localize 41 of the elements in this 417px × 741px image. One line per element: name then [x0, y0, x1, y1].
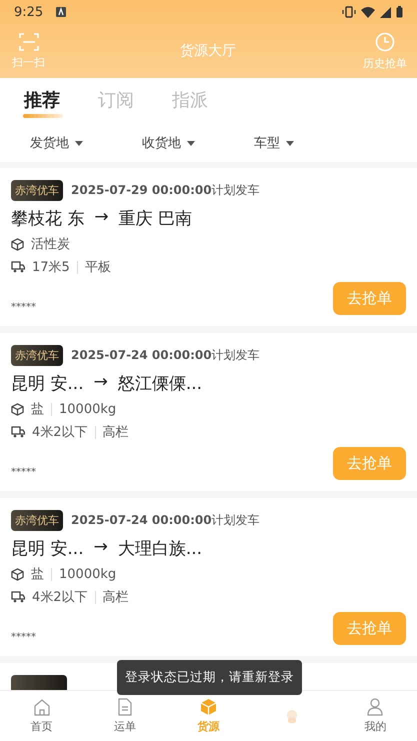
destination-text: 重庆 巴南: [118, 208, 192, 230]
arrow-text: →: [94, 207, 109, 229]
masked-text: *****: [11, 467, 36, 480]
nav-item[interactable]: 首页: [0, 691, 84, 741]
goods-text: 10000kg: [59, 566, 116, 582]
truck-spec-text: 高栏: [102, 589, 129, 606]
filter-dropdown[interactable]: 车型: [254, 134, 294, 152]
company-tag: 赤湾优车: [11, 180, 63, 201]
truck-spec-text: 4米2以下: [32, 589, 88, 606]
masked-text: *****: [11, 632, 36, 645]
destination-text: 大理白族...: [118, 538, 202, 560]
departure-date: 2025-07-24 00:00:00计划发车: [71, 512, 260, 529]
nav-item[interactable]: 我的: [334, 691, 417, 741]
status-time: 9:25: [14, 4, 44, 20]
departure-date: 2025-07-24 00:00:00计划发车: [71, 347, 260, 364]
origin-text: 昆明 安...: [11, 538, 84, 560]
departure-date: 2025-07-29 00:00:00计划发车: [71, 182, 260, 199]
cargo-card[interactable]: 赤湾优车 2025-07-24 00:00:00计划发车 昆明 安... → 怒江傈傈... 盐 10000kg 4米2以下 高栏 ***** 去抢单: [0, 333, 417, 491]
origin-text: 昆明 安...: [11, 373, 84, 395]
page-title: 货源大厅: [180, 42, 236, 60]
company-tag: 赤湾优车: [11, 510, 63, 531]
toast-message: 登录状态已过期，请重新登录: [117, 660, 302, 695]
cargo-card[interactable]: 赤湾优车 2025-07-24 00:00:00计划发车 昆明 安... → 大理白族... 盐 10000kg 4米2以下 高栏 ***** 去抢单: [0, 498, 417, 656]
truck-spec-text: 4米2以下: [32, 424, 88, 441]
goods-text: 盐: [31, 566, 44, 583]
filter-dropdown[interactable]: 收货地: [142, 134, 254, 152]
goods-text: 10000kg: [59, 402, 116, 416]
tab[interactable]: 推荐: [24, 88, 60, 116]
goods-text: 盐: [31, 401, 44, 418]
goods-text: 活性炭: [31, 236, 70, 253]
arrow-text: →: [94, 372, 108, 394]
origin-text: 攀枝花 东: [11, 208, 84, 230]
masked-text: *****: [11, 302, 36, 315]
truck-spec-text: 17米5: [32, 259, 70, 276]
company-tag: 赤湾优车: [11, 345, 63, 366]
cargo-card[interactable]: 赤湾优车 2025-07-29 00:00:00计划发车 攀枝花 东 → 重庆 巴南 活性炭 17米5 平板 ***** 去抢单: [0, 168, 417, 326]
filter-dropdown[interactable]: 发货地: [30, 134, 142, 152]
destination-text: 怒江傈傈...: [118, 373, 202, 395]
truck-spec-text: 平板: [84, 259, 111, 276]
arrow-text: →: [94, 537, 108, 559]
truck-spec-text: 高栏: [102, 424, 129, 441]
